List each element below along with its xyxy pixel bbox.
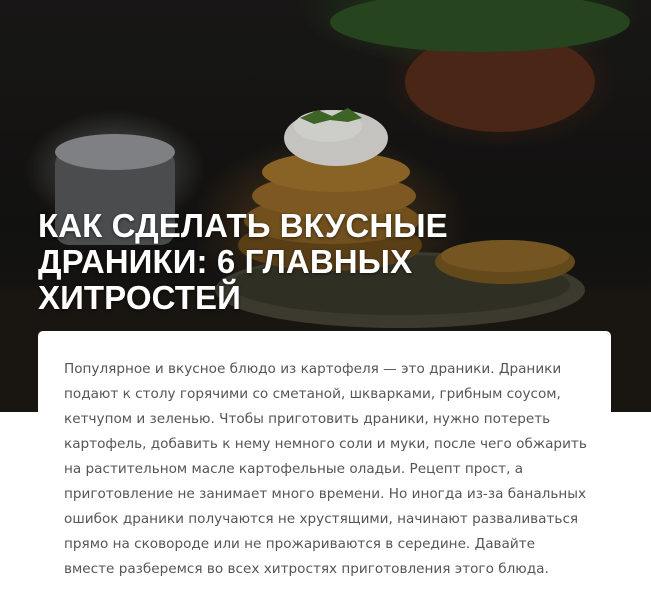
intro-card: Популярное и вкусное блюдо из картофеля …	[38, 331, 611, 601]
article-title: КАК СДЕЛАТЬ ВКУСНЫЕ ДРАНИКИ: 6 ГЛАВНЫХ Х…	[38, 207, 448, 316]
article-intro: Популярное и вкусное блюдо из картофеля …	[64, 361, 587, 577]
